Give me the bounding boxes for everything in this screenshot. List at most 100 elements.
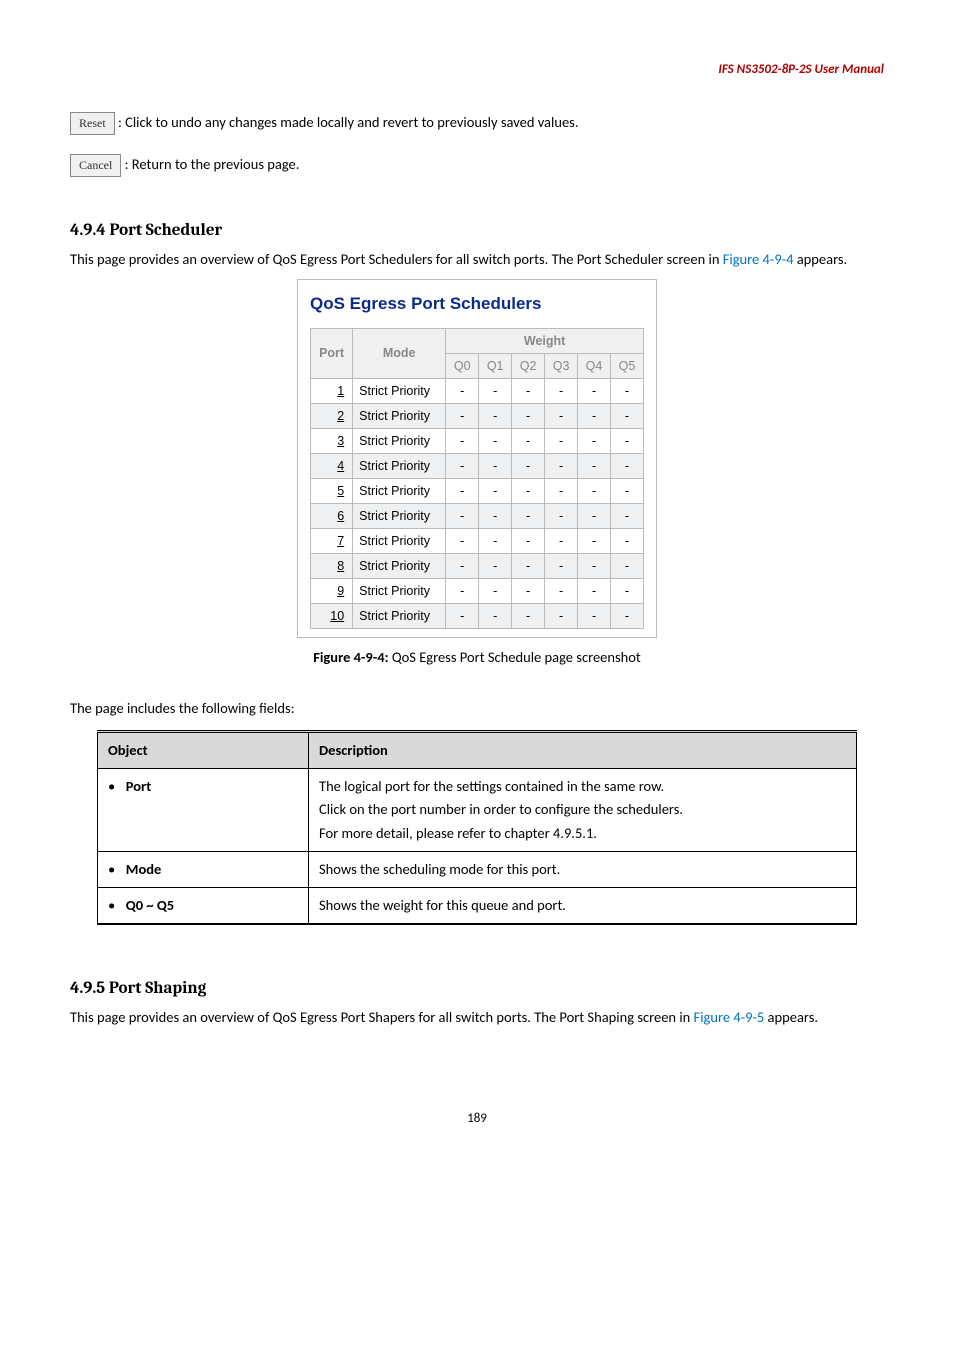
- mode-cell: Strict Priority: [353, 453, 446, 478]
- port-link[interactable]: 6: [337, 509, 344, 523]
- reset-line: Reset : Click to undo any changes made l…: [70, 111, 884, 135]
- port-cell: 1: [311, 378, 353, 403]
- weight-cell: -: [578, 528, 611, 553]
- weight-cell: -: [578, 578, 611, 603]
- object-cell: • Q0 ~ Q5: [98, 887, 309, 924]
- col-weight: Weight: [446, 328, 644, 353]
- table-row: • ModeShows the scheduling mode for this…: [98, 851, 857, 887]
- mode-cell: Strict Priority: [353, 528, 446, 553]
- weight-cell: -: [479, 553, 512, 578]
- weight-cell: -: [479, 453, 512, 478]
- mode-cell: Strict Priority: [353, 603, 446, 628]
- scheduler-figref: Figure 4-9-4: [723, 250, 794, 268]
- col-port: Port: [311, 328, 353, 378]
- port-link[interactable]: 3: [337, 434, 344, 448]
- weight-cell: -: [446, 478, 479, 503]
- weight-cell: -: [446, 528, 479, 553]
- weight-cell: -: [545, 453, 578, 478]
- port-link[interactable]: 7: [337, 534, 344, 548]
- table-row: 5Strict Priority------: [311, 478, 644, 503]
- weight-cell: -: [479, 578, 512, 603]
- cancel-button[interactable]: Cancel: [70, 154, 121, 177]
- shaping-intro-pre: This page provides an overview of QoS Eg…: [70, 1008, 694, 1026]
- weight-cell: -: [512, 378, 545, 403]
- weight-cell: -: [611, 503, 644, 528]
- weight-cell: -: [479, 378, 512, 403]
- mode-cell: Strict Priority: [353, 553, 446, 578]
- weight-cell: -: [578, 453, 611, 478]
- reset-button[interactable]: Reset: [70, 112, 115, 135]
- figure-caption-label: Figure 4-9-4:: [313, 648, 388, 666]
- col-weight-q3: Q3: [545, 353, 578, 378]
- weight-cell: -: [611, 528, 644, 553]
- mode-cell: Strict Priority: [353, 378, 446, 403]
- weight-cell: -: [512, 453, 545, 478]
- port-link[interactable]: 9: [337, 584, 344, 598]
- weight-cell: -: [611, 553, 644, 578]
- weight-cell: -: [446, 378, 479, 403]
- fields-intro: The page includes the following fields:: [70, 697, 884, 720]
- weight-cell: -: [545, 478, 578, 503]
- weight-cell: -: [479, 403, 512, 428]
- table-row: • Q0 ~ Q5Shows the weight for this queue…: [98, 887, 857, 924]
- table-row: 7Strict Priority------: [311, 528, 644, 553]
- weight-cell: -: [611, 478, 644, 503]
- port-link[interactable]: 10: [330, 609, 344, 623]
- port-cell: 2: [311, 403, 353, 428]
- weight-cell: -: [512, 553, 545, 578]
- fields-table: Object Description • PortThe logical por…: [97, 730, 857, 925]
- col-weight-q5: Q5: [611, 353, 644, 378]
- fields-head-desc: Description: [309, 731, 857, 768]
- port-cell: 3: [311, 428, 353, 453]
- section-heading-scheduler: 4.9.4 Port Scheduler: [70, 217, 884, 244]
- col-weight-q2: Q2: [512, 353, 545, 378]
- weight-cell: -: [479, 478, 512, 503]
- weight-cell: -: [578, 428, 611, 453]
- table-row: 6Strict Priority------: [311, 503, 644, 528]
- page-number: 189: [70, 1109, 884, 1130]
- weight-cell: -: [479, 528, 512, 553]
- description-cell: The logical port for the settings contai…: [309, 769, 857, 852]
- figure-caption: Figure 4-9-4: QoS Egress Port Schedule p…: [70, 646, 884, 669]
- object-cell: • Port: [98, 769, 309, 852]
- weight-cell: -: [545, 403, 578, 428]
- weight-cell: -: [578, 553, 611, 578]
- weight-cell: -: [446, 453, 479, 478]
- port-link[interactable]: 5: [337, 484, 344, 498]
- weight-cell: -: [545, 378, 578, 403]
- port-link[interactable]: 8: [337, 559, 344, 573]
- port-cell: 6: [311, 503, 353, 528]
- port-link[interactable]: 2: [337, 409, 344, 423]
- port-cell: 10: [311, 603, 353, 628]
- weight-cell: -: [446, 553, 479, 578]
- object-cell: • Mode: [98, 851, 309, 887]
- scheduler-panel: QoS Egress Port Schedulers Port Mode Wei…: [297, 279, 657, 637]
- weight-cell: -: [446, 603, 479, 628]
- weight-cell: -: [545, 428, 578, 453]
- weight-cell: -: [545, 503, 578, 528]
- port-link[interactable]: 4: [337, 459, 344, 473]
- port-cell: 9: [311, 578, 353, 603]
- weight-cell: -: [578, 378, 611, 403]
- table-row: 1Strict Priority------: [311, 378, 644, 403]
- mode-cell: Strict Priority: [353, 578, 446, 603]
- weight-cell: -: [512, 428, 545, 453]
- table-row: 3Strict Priority------: [311, 428, 644, 453]
- weight-cell: -: [512, 603, 545, 628]
- weight-cell: -: [578, 403, 611, 428]
- mode-cell: Strict Priority: [353, 503, 446, 528]
- weight-cell: -: [446, 578, 479, 603]
- table-row: 2Strict Priority------: [311, 403, 644, 428]
- manual-header: IFS NS3502-8P-2S User Manual: [70, 60, 884, 81]
- reset-description: : Click to undo any changes made locally…: [118, 113, 579, 131]
- shaping-intro-post: appears.: [764, 1008, 818, 1026]
- weight-cell: -: [512, 578, 545, 603]
- mode-cell: Strict Priority: [353, 428, 446, 453]
- weight-cell: -: [446, 428, 479, 453]
- port-link[interactable]: 1: [337, 384, 344, 398]
- scheduler-intro-pre: This page provides an overview of QoS Eg…: [70, 250, 723, 268]
- weight-cell: -: [446, 503, 479, 528]
- col-mode: Mode: [353, 328, 446, 378]
- weight-cell: -: [611, 453, 644, 478]
- col-weight-q1: Q1: [479, 353, 512, 378]
